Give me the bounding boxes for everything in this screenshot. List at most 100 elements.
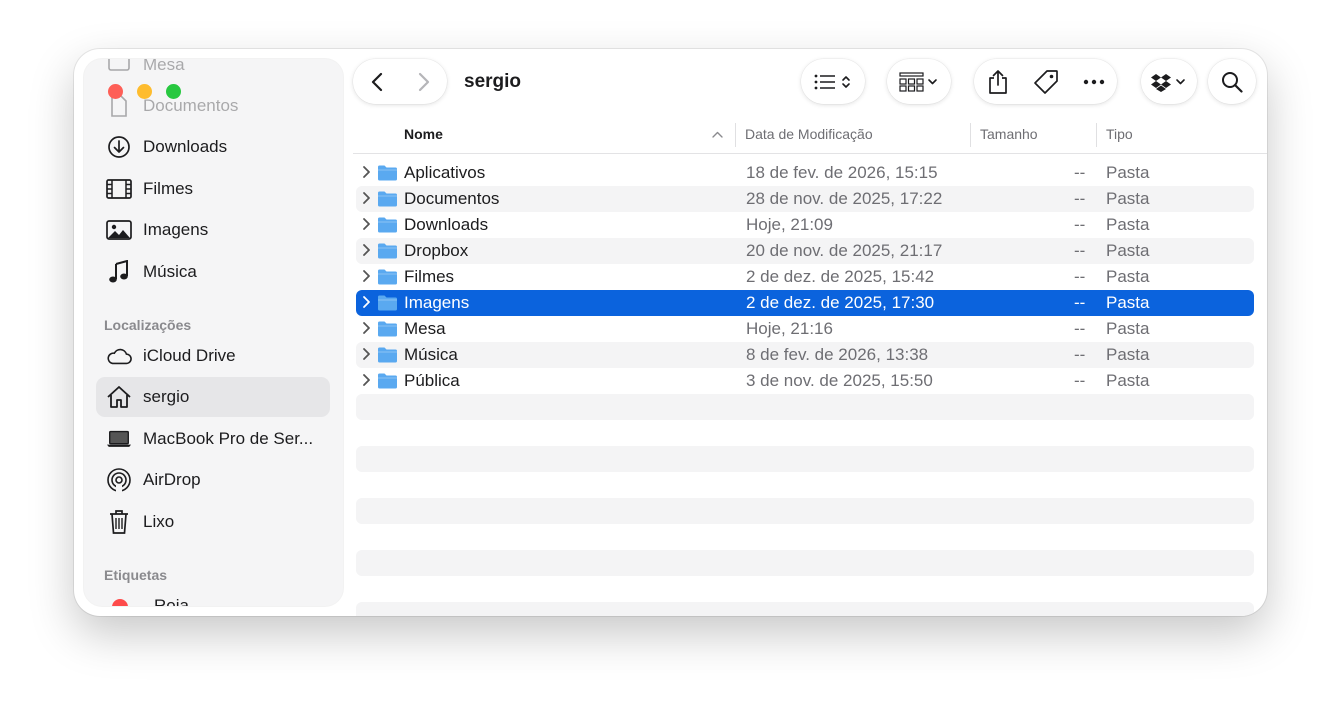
column-divider[interactable] <box>970 123 971 147</box>
file-row-selected[interactable]: Imagens 2 de dez. de 2025, 17:30 -- Past… <box>356 290 1254 316</box>
sidebar-item-sergio[interactable]: sergio <box>96 377 330 417</box>
group-by-button[interactable] <box>887 59 951 104</box>
disclosure-chevron-icon[interactable] <box>362 191 372 205</box>
folder-icon <box>378 191 397 207</box>
sidebar-item-label: Mesa <box>143 59 185 74</box>
sidebar-section-locations: Localizações <box>104 317 192 333</box>
column-divider[interactable] <box>1096 123 1097 147</box>
folder-icon <box>378 269 397 285</box>
sidebar-item-mesa[interactable]: Mesa <box>96 59 330 85</box>
sidebar-tag-label[interactable]: Roja <box>154 596 189 606</box>
disclosure-chevron-icon[interactable] <box>362 373 372 387</box>
folder-icon <box>378 243 397 259</box>
minimize-window-button[interactable] <box>137 84 152 99</box>
back-button[interactable] <box>353 59 400 104</box>
file-row[interactable]: Aplicativos 18 de fev. de 2026, 15:15 --… <box>356 160 1254 186</box>
view-mode-button[interactable] <box>801 59 865 104</box>
file-kind: Pasta <box>1106 267 1150 286</box>
file-kind: Pasta <box>1106 241 1150 260</box>
photo-icon <box>106 217 132 243</box>
file-name: Imagens <box>404 293 470 312</box>
window-title: sergio <box>464 71 522 92</box>
empty-row-stripe <box>356 550 1254 576</box>
file-date: 3 de nov. de 2025, 15:50 <box>746 371 933 390</box>
column-header-name[interactable]: Nome <box>404 126 443 142</box>
sidebar-item-label: Downloads <box>143 137 228 156</box>
zoom-window-button[interactable] <box>166 84 181 99</box>
sidebar-section-tags: Etiquetas <box>104 567 168 583</box>
disclosure-chevron-icon[interactable] <box>362 295 372 309</box>
file-row[interactable]: Documentos 28 de nov. de 2025, 17:22 -- … <box>356 186 1254 212</box>
sidebar-item-label: Documentos <box>143 96 239 115</box>
file-kind: Pasta <box>1106 189 1150 208</box>
file-size: -- <box>1074 319 1086 338</box>
sidebar-item-imagens[interactable]: Imagens <box>96 210 330 250</box>
sidebar-item-musica[interactable]: Música <box>96 252 330 292</box>
sidebar-item-label: MacBook Pro de Ser... <box>143 429 314 448</box>
sidebar-item-icloud-drive[interactable]: iCloud Drive <box>96 336 330 376</box>
dropbox-button[interactable] <box>1141 59 1197 104</box>
file-row[interactable]: Mesa Hoje, 21:16 -- Pasta <box>356 316 1254 342</box>
sidebar-item-label: Música <box>143 262 197 281</box>
file-name: Música <box>404 345 458 364</box>
sidebar-item-downloads[interactable]: Downloads <box>96 127 330 167</box>
file-size: -- <box>1074 371 1086 390</box>
column-divider[interactable] <box>735 123 736 147</box>
close-window-button[interactable] <box>108 84 123 99</box>
file-kind: Pasta <box>1106 319 1150 338</box>
tag-red-dot[interactable] <box>112 599 128 606</box>
empty-row-stripe <box>356 498 1254 524</box>
cloud-icon <box>106 343 132 369</box>
file-size: -- <box>1074 215 1086 234</box>
download-circle-icon <box>106 134 132 160</box>
file-date: 2 de dez. de 2025, 17:30 <box>746 293 935 312</box>
chevron-right-icon <box>418 72 429 91</box>
trash-icon <box>106 509 132 535</box>
file-row[interactable]: Música 8 de fev. de 2026, 13:38 -- Pasta <box>356 342 1254 368</box>
file-kind: Pasta <box>1106 215 1150 234</box>
empty-row-stripe <box>356 446 1254 472</box>
action-buttons <box>974 59 1117 104</box>
search-button[interactable] <box>1208 59 1256 104</box>
disclosure-chevron-icon[interactable] <box>362 243 372 257</box>
disclosure-chevron-icon[interactable] <box>362 321 372 335</box>
sidebar-item-airdrop[interactable]: AirDrop <box>96 460 330 500</box>
disclosure-chevron-icon[interactable] <box>362 217 372 231</box>
file-date: Hoje, 21:16 <box>746 319 833 338</box>
column-header-size[interactable]: Tamanho <box>980 126 1038 142</box>
file-row[interactable]: Filmes 2 de dez. de 2025, 15:42 -- Pasta <box>356 264 1254 290</box>
file-row[interactable]: Downloads Hoje, 21:09 -- Pasta <box>356 212 1254 238</box>
file-name: Downloads <box>404 215 489 234</box>
file-size: -- <box>1074 345 1086 364</box>
sidebar-item-filmes[interactable]: Filmes <box>96 169 330 209</box>
sidebar-item-lixo[interactable]: Lixo <box>96 502 330 542</box>
home-icon <box>106 384 132 410</box>
more-button[interactable] <box>1070 59 1117 104</box>
sidebar-item-macbook[interactable]: MacBook Pro de Ser... <box>96 419 330 459</box>
forward-button[interactable] <box>400 59 447 104</box>
column-header-date[interactable]: Data de Modificação <box>745 126 873 142</box>
sidebar-item-label: iCloud Drive <box>143 346 236 365</box>
music-note-icon <box>106 259 132 285</box>
laptop-icon <box>106 426 132 452</box>
share-button[interactable] <box>974 59 1022 104</box>
airdrop-icon <box>106 467 132 493</box>
sidebar-item-documentos[interactable]: Documentos <box>96 86 330 126</box>
file-size: -- <box>1074 189 1086 208</box>
file-row[interactable]: Dropbox 20 de nov. de 2025, 21:17 -- Pas… <box>356 238 1254 264</box>
file-kind: Pasta <box>1106 293 1150 312</box>
disclosure-chevron-icon[interactable] <box>362 347 372 361</box>
tag-button[interactable] <box>1022 59 1070 104</box>
column-header-kind[interactable]: Tipo <box>1106 126 1133 142</box>
file-name: Aplicativos <box>404 163 486 182</box>
folder-icon <box>378 373 397 389</box>
file-name: Documentos <box>404 189 500 208</box>
file-size: -- <box>1074 241 1086 260</box>
disclosure-chevron-icon[interactable] <box>362 269 372 283</box>
file-date: 28 de nov. de 2025, 17:22 <box>746 189 943 208</box>
disclosure-chevron-icon[interactable] <box>362 165 372 179</box>
grid-group-icon <box>887 59 951 104</box>
folder-icon <box>378 217 397 233</box>
file-name: Pública <box>404 371 460 390</box>
file-row[interactable]: Pública 3 de nov. de 2025, 15:50 -- Past… <box>356 368 1254 394</box>
